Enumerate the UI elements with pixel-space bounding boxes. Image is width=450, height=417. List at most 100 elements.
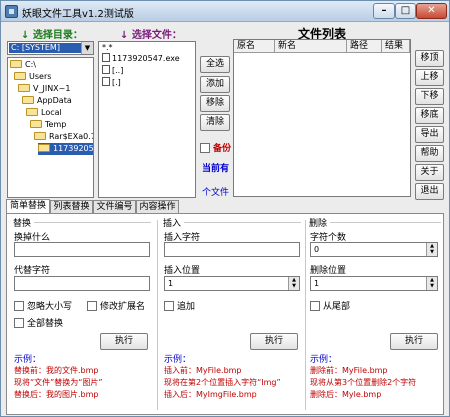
spinner-buttons[interactable]: ▲ ▼ bbox=[426, 243, 437, 256]
tree-node[interactable]: Local bbox=[26, 107, 62, 119]
clear-button[interactable]: 清除 bbox=[200, 114, 230, 131]
folder-open-icon bbox=[18, 84, 30, 92]
replace-all-option[interactable]: 全部替换 bbox=[14, 316, 63, 329]
tree-node[interactable]: Temp bbox=[30, 119, 66, 131]
delete-execute-button[interactable]: 执行 bbox=[390, 333, 438, 350]
tree-node-label: V_JINX~1 bbox=[33, 84, 71, 93]
about-button[interactable]: 关于 bbox=[415, 164, 444, 181]
append-checkbox[interactable] bbox=[164, 301, 174, 311]
select-file-label: ↓ 选择文件： bbox=[120, 26, 182, 41]
spin-down-icon[interactable]: ▼ bbox=[427, 283, 437, 289]
file-filter: *.* bbox=[102, 43, 113, 52]
section-divider bbox=[34, 222, 151, 223]
minimize-icon: – bbox=[381, 5, 387, 16]
move-top-button[interactable]: 移顶 bbox=[415, 50, 444, 67]
select-directory-label: ↓ 选择目录： bbox=[21, 26, 83, 41]
move-up-button[interactable]: 上移 bbox=[415, 69, 444, 86]
append-option[interactable]: 追加 bbox=[164, 299, 195, 312]
backup-checkbox[interactable] bbox=[200, 143, 210, 153]
title-bar[interactable]: 妖眼文件工具v1.2测试版 – □ ✕ bbox=[1, 1, 449, 22]
insert-execute-button[interactable]: 执行 bbox=[250, 333, 298, 350]
spinner-buttons[interactable]: ▲ ▼ bbox=[288, 277, 299, 290]
file-list[interactable]: *.* 1173920547.exe [..] [.] bbox=[98, 41, 196, 198]
dropdown-arrow-icon[interactable]: ▼ bbox=[81, 42, 93, 54]
insert-section: 插入 插入字符 插入位置 1 ▲ ▼ 追加 执行 示例： 插入前：MyFile.b… bbox=[160, 214, 303, 414]
delete-position-spinner[interactable]: 1 ▲ ▼ bbox=[310, 276, 438, 291]
tree-node[interactable]: V_JINX~1 bbox=[18, 83, 70, 95]
insert-position-spinner[interactable]: 1 ▲ ▼ bbox=[164, 276, 300, 291]
file-item-label: 1173920547.exe bbox=[112, 54, 180, 63]
backup-checkbox-row[interactable]: 备份 bbox=[200, 141, 231, 154]
section-divider bbox=[330, 222, 441, 223]
maximize-icon: □ bbox=[400, 5, 411, 16]
insert-position-label: 插入位置 bbox=[164, 266, 201, 276]
delete-position-label: 删除位置 bbox=[310, 266, 347, 276]
directory-tree[interactable]: C:\ Users V_JINX~1 AppData Local Temp Ra… bbox=[7, 57, 94, 198]
tab-content-operations[interactable]: 内容操作 bbox=[136, 200, 179, 214]
spin-down-icon[interactable]: ▼ bbox=[289, 283, 299, 289]
tree-node[interactable]: C:\ bbox=[10, 59, 36, 71]
folder-open-icon bbox=[22, 96, 34, 104]
close-button[interactable]: ✕ bbox=[416, 3, 447, 19]
down-arrow-icon: ↓ bbox=[120, 30, 129, 41]
insert-chars-input[interactable] bbox=[164, 242, 300, 257]
tab-simple-replace[interactable]: 简单替换 bbox=[6, 199, 50, 214]
tab-list-replace[interactable]: 列表替换 bbox=[50, 200, 93, 214]
app-icon bbox=[5, 5, 18, 18]
drive-value: C: [SYSTEM] bbox=[9, 43, 81, 53]
column-header-new-name[interactable]: 新名 bbox=[275, 40, 347, 53]
tree-node[interactable]: Rar$EXa0.787 bbox=[34, 131, 93, 143]
modify-extension-label: 修改扩展名 bbox=[100, 302, 146, 312]
move-down-button[interactable]: 下移 bbox=[415, 88, 444, 105]
maximize-button[interactable]: □ bbox=[395, 3, 416, 19]
drive-select[interactable]: C: [SYSTEM] ▼ bbox=[7, 41, 94, 55]
replace-all-checkbox[interactable] bbox=[14, 318, 24, 328]
exit-button[interactable]: 退出 bbox=[415, 183, 444, 200]
from-end-option[interactable]: 从尾部 bbox=[310, 299, 350, 312]
spin-down-icon[interactable]: ▼ bbox=[427, 249, 437, 255]
column-header-original-name[interactable]: 原名 bbox=[234, 40, 275, 53]
tab-panel: 替换 换掉什么 代替字符 忽略大小写 修改扩展名 全部替换 执行 示例： 替换前… bbox=[6, 213, 444, 415]
file-item[interactable]: 1173920547.exe bbox=[102, 53, 180, 64]
file-count-suffix: 个文件 bbox=[202, 188, 230, 198]
select-all-button[interactable]: 全选 bbox=[200, 56, 230, 73]
example-line: 现将从第3个位置删除2个字符 bbox=[310, 378, 417, 387]
file-item[interactable]: [..] bbox=[102, 65, 123, 76]
app-window: 妖眼文件工具v1.2测试版 – □ ✕ ↓ 选择目录： ↓ 选择文件： C: [… bbox=[0, 0, 450, 417]
help-button[interactable]: 帮助 bbox=[415, 145, 444, 162]
replace-execute-button[interactable]: 执行 bbox=[100, 333, 148, 350]
minimize-button[interactable]: – bbox=[373, 3, 395, 19]
column-header-result[interactable]: 结果 bbox=[382, 40, 410, 53]
insert-position-value: 1 bbox=[168, 279, 174, 288]
column-header-path[interactable]: 路径 bbox=[347, 40, 382, 53]
find-what-input[interactable] bbox=[14, 242, 150, 257]
tab-file-numbering[interactable]: 文件编号 bbox=[93, 200, 136, 214]
modify-extension-checkbox[interactable] bbox=[87, 301, 97, 311]
example-line: 删除前：MyFile.bmp bbox=[310, 366, 388, 375]
file-item[interactable]: [.] bbox=[102, 77, 121, 88]
delete-position-value: 1 bbox=[314, 279, 320, 288]
remove-button[interactable]: 移除 bbox=[200, 95, 230, 112]
example-title: 示例： bbox=[164, 355, 192, 365]
file-item-label: [..] bbox=[112, 66, 124, 75]
select-directory-text: 选择目录： bbox=[32, 30, 83, 41]
ignore-case-option[interactable]: 忽略大小写 bbox=[14, 299, 72, 312]
export-button[interactable]: 导出 bbox=[415, 126, 444, 143]
tree-node[interactable]: Users bbox=[14, 71, 51, 83]
ignore-case-checkbox[interactable] bbox=[14, 301, 24, 311]
tree-node-label: Rar$EXa0.787 bbox=[49, 132, 93, 141]
from-end-checkbox[interactable] bbox=[310, 301, 320, 311]
spinner-buttons[interactable]: ▲ ▼ bbox=[426, 277, 437, 290]
replacement-input[interactable] bbox=[14, 276, 150, 291]
folder-open-icon bbox=[26, 108, 38, 116]
modify-extension-option[interactable]: 修改扩展名 bbox=[87, 299, 145, 312]
tree-node-selected[interactable]: 1173920547 bbox=[38, 143, 93, 155]
file-table[interactable]: 原名 新名 路径 结果 bbox=[233, 39, 411, 197]
tree-node[interactable]: AppData bbox=[22, 95, 72, 107]
example-line: 替换后：我的图片.bmp bbox=[14, 390, 99, 399]
example-line: 替换前：我的文件.bmp bbox=[14, 366, 99, 375]
add-button[interactable]: 添加 bbox=[200, 76, 230, 93]
table-header: 原名 新名 路径 结果 bbox=[234, 40, 410, 53]
move-bottom-button[interactable]: 移底 bbox=[415, 107, 444, 124]
char-count-spinner[interactable]: 0 ▲ ▼ bbox=[310, 242, 438, 257]
